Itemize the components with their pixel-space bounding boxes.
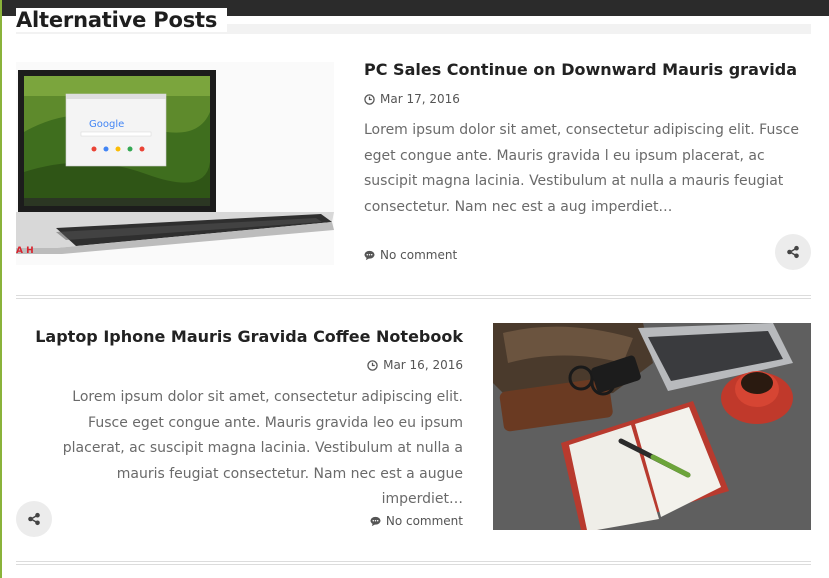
clock-icon bbox=[367, 359, 378, 371]
post-comments-link[interactable]: No comment bbox=[370, 514, 463, 528]
post-comments-text: No comment bbox=[385, 514, 463, 528]
post-item: Google A H PC Sales Continue on Downward… bbox=[16, 60, 811, 282]
desk-items-image bbox=[493, 323, 811, 530]
post-date-text: Mar 16, 2016 bbox=[383, 358, 463, 372]
share-icon bbox=[787, 245, 799, 259]
laptop-image: Google A H bbox=[16, 62, 334, 265]
left-accent-border bbox=[0, 0, 2, 578]
post-divider bbox=[16, 295, 811, 299]
post-comments-text: No comment bbox=[380, 248, 458, 262]
post-date-text: Mar 17, 2016 bbox=[380, 92, 460, 106]
site-badge: A H bbox=[16, 246, 34, 256]
post-thumbnail[interactable]: Google A H bbox=[16, 62, 334, 265]
post-excerpt: Lorem ipsum dolor sit amet, consectetur … bbox=[364, 122, 799, 215]
section-title: Alternative Posts bbox=[16, 8, 228, 32]
share-button[interactable] bbox=[16, 501, 52, 537]
post-thumbnail[interactable] bbox=[493, 323, 811, 530]
share-icon bbox=[28, 512, 40, 526]
comment-icon bbox=[364, 250, 375, 260]
comment-icon bbox=[370, 516, 381, 526]
section-header: Alternative Posts bbox=[16, 6, 811, 34]
post-divider bbox=[16, 561, 811, 565]
post-date: Mar 17, 2016 bbox=[364, 92, 460, 106]
post-title-link[interactable]: PC Sales Continue on Downward Mauris gra… bbox=[364, 60, 797, 79]
post-excerpt: Lorem ipsum dolor sit amet, consectetur … bbox=[62, 389, 463, 507]
post-comments-link[interactable]: No comment bbox=[364, 248, 457, 262]
post-date: Mar 16, 2016 bbox=[367, 358, 463, 372]
post-item: Laptop Iphone Mauris Gravida Coffee Note… bbox=[16, 323, 811, 537]
share-button[interactable] bbox=[775, 234, 811, 270]
post-title-link[interactable]: Laptop Iphone Mauris Gravida Coffee Note… bbox=[35, 327, 463, 346]
google-logo: Google bbox=[89, 119, 124, 130]
clock-icon bbox=[364, 93, 375, 105]
